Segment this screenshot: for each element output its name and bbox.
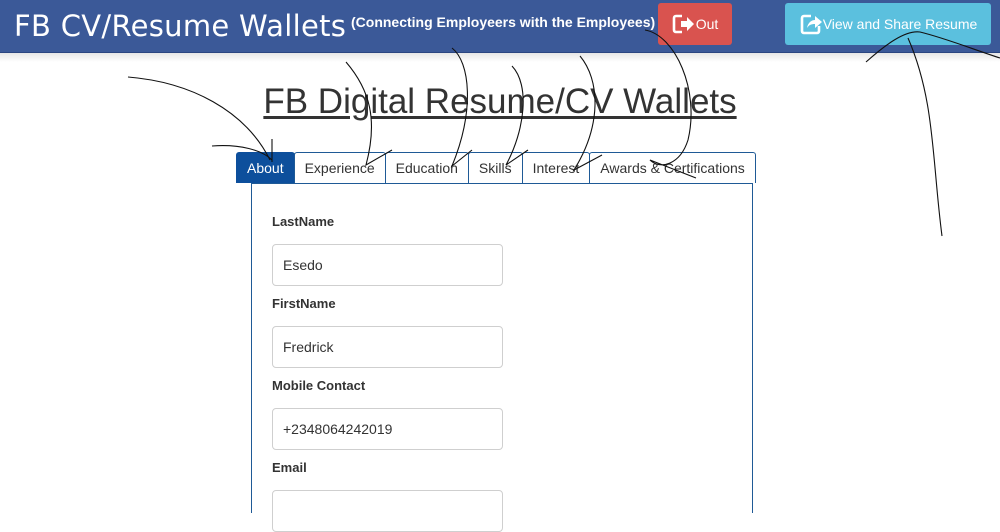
lastname-input[interactable] — [272, 244, 503, 286]
logout-label: Out — [695, 16, 719, 32]
tab-skills[interactable]: Skills — [467, 152, 523, 183]
mobile-label: Mobile Contact — [272, 378, 366, 393]
sign-out-icon — [672, 14, 694, 34]
firstname-label: FirstName — [272, 296, 336, 311]
lastname-label: LastName — [272, 214, 335, 229]
header-shadow — [0, 53, 1000, 62]
share-icon — [800, 14, 822, 35]
tab-awards-certifications[interactable]: Awards & Certifications — [589, 152, 756, 183]
section-tabs: About Experience Education Skills Intere… — [236, 152, 756, 183]
top-navbar: FB CV/Resume Wallets (Connecting Employe… — [0, 0, 1000, 53]
firstname-input[interactable] — [272, 326, 503, 368]
brand-title[interactable]: FB CV/Resume Wallets — [14, 9, 346, 43]
view-share-resume-button[interactable]: View and Share Resume — [785, 3, 991, 45]
tab-about[interactable]: About — [236, 152, 295, 183]
email-label: Email — [272, 460, 307, 475]
tagline: (Connecting Employeers with the Employee… — [351, 14, 656, 30]
tab-experience[interactable]: Experience — [293, 152, 386, 183]
page-title: FB Digital Resume/CV Wallets — [263, 82, 737, 121]
share-label: View and Share Resume — [822, 16, 978, 32]
logout-button[interactable]: Out — [658, 3, 732, 45]
tab-interest[interactable]: Interest — [521, 152, 591, 183]
mobile-input[interactable] — [272, 408, 503, 450]
email-input[interactable] — [272, 490, 503, 532]
tab-education[interactable]: Education — [384, 152, 469, 183]
